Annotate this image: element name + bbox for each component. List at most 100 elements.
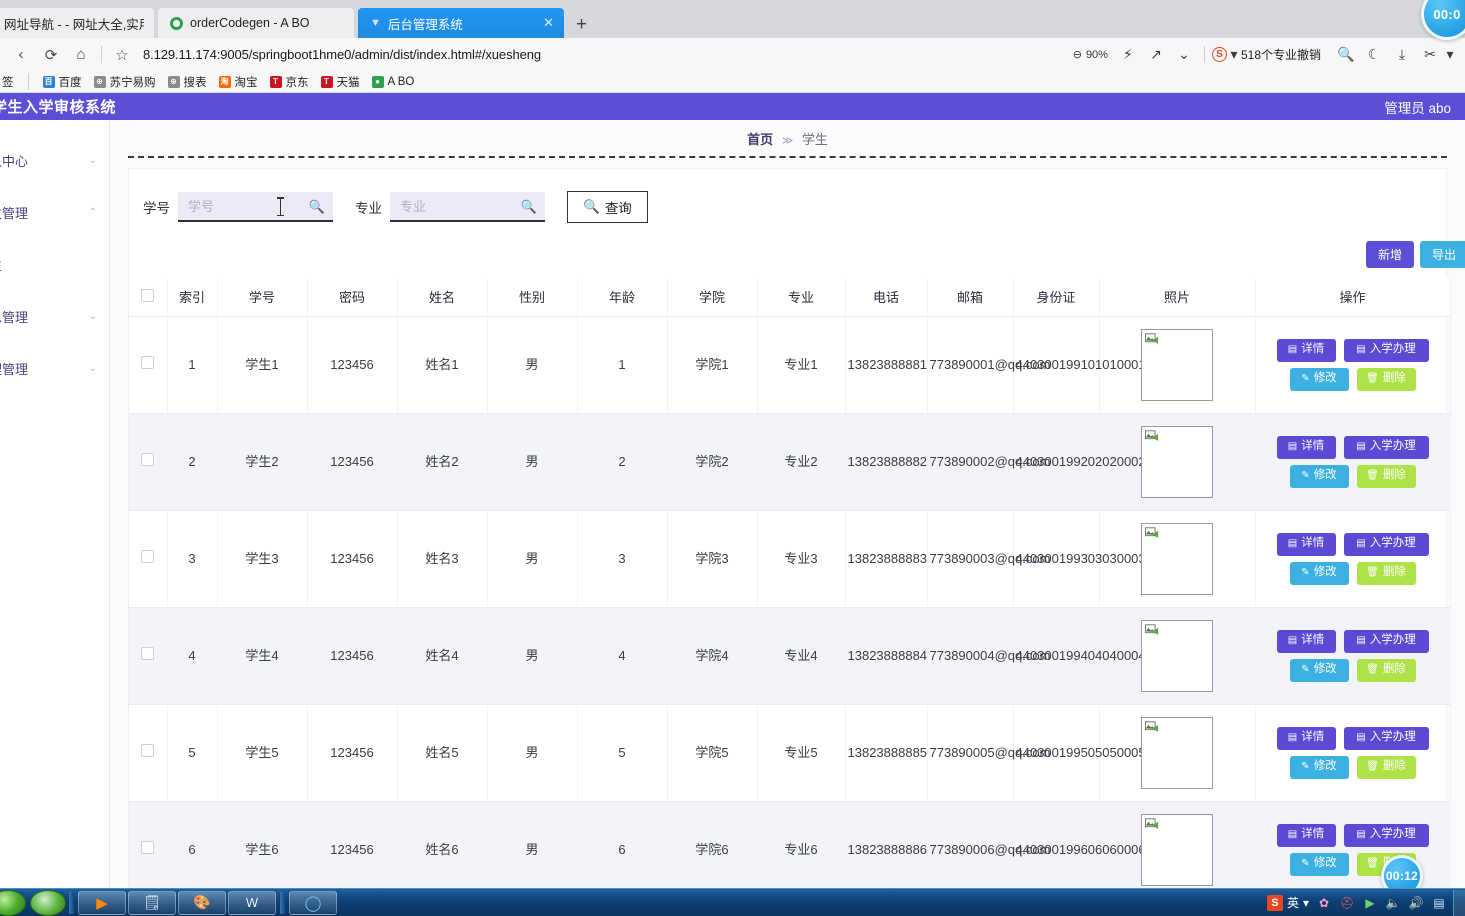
scissors-icon[interactable]: ✂ — [1417, 43, 1443, 67]
broken-image-icon — [1145, 817, 1159, 829]
ime-indicator[interactable]: S 英 ▾ — [1266, 894, 1309, 911]
chevron-down-icon[interactable]: ⌄ — [1171, 43, 1197, 67]
row-入学办理-button[interactable]: ▤ 入学办理 — [1343, 629, 1429, 653]
add-button[interactable]: 新增 — [1366, 241, 1414, 268]
select-all-checkbox[interactable] — [141, 288, 155, 302]
row-详情-button[interactable]: ▤ 详情 — [1276, 435, 1336, 459]
row-checkbox[interactable] — [141, 355, 155, 369]
moon-icon[interactable]: ☾ — [1361, 43, 1387, 67]
share-icon[interactable]: ↗ — [1143, 43, 1169, 67]
play-icon[interactable]: ▶ — [1362, 895, 1378, 911]
lightning-icon[interactable]: ⚡ — [1115, 43, 1141, 67]
chevron-down-icon[interactable]: ▾ — [1445, 43, 1455, 67]
row-删除-button[interactable]: 🗑删除 — [1356, 658, 1416, 682]
zoom-control[interactable]: ⊖ 90% — [1068, 48, 1113, 62]
row-详情-button[interactable]: ▤ 详情 — [1276, 338, 1336, 362]
sidebar-item-student-management[interactable]: 学生管理 ⌃ — [0, 186, 109, 238]
row-checkbox[interactable] — [141, 549, 155, 563]
row-修改-button[interactable]: ✎ 修改 — [1289, 755, 1349, 779]
row-入学办理-button[interactable]: ▤ 入学办理 — [1343, 726, 1429, 750]
sidebar-item-info-management[interactable]: 信息管理 ⌄ — [0, 290, 109, 342]
sidebar-item-personal-center[interactable]: 个人中心 ⌄ — [0, 134, 109, 186]
row-修改-button[interactable]: ✎ 修改 — [1289, 852, 1349, 876]
row-删除-button[interactable]: 🗑删除 — [1356, 367, 1416, 391]
row-详情-button[interactable]: ▤ 详情 — [1276, 726, 1336, 750]
close-icon[interactable]: ✕ — [543, 15, 554, 31]
bookmark-soubiao[interactable]: ⊕ 搜表 — [167, 74, 207, 90]
row-入学办理-button[interactable]: ▤ 入学办理 — [1343, 435, 1429, 459]
row-删除-button[interactable]: 🗑删除 — [1356, 561, 1416, 585]
network-icon[interactable]: ▤ — [1431, 895, 1447, 911]
cell-email: 773890002@qq.com — [927, 413, 1050, 511]
hat-icon[interactable]: ⛑ — [1339, 895, 1355, 911]
row-checkbox[interactable] — [141, 452, 155, 466]
sidebar-item-process-management[interactable]: 办理管理 ⌄ — [0, 342, 109, 394]
search-button-label: 查询 — [604, 201, 632, 216]
row-删除-button[interactable]: 🗑删除 — [1356, 755, 1416, 779]
bookmark-suning[interactable]: ⊕ 苏宁易购 — [93, 74, 156, 90]
row-入学办理-button[interactable]: ▤ 入学办理 — [1343, 532, 1429, 556]
bookmark-tmall[interactable]: T 天猫 — [320, 74, 360, 90]
row-删除-button[interactable]: 🗑删除 — [1356, 464, 1416, 488]
new-tab-button[interactable]: + — [564, 15, 599, 38]
search-icon[interactable]: 🔍 — [1333, 43, 1359, 67]
broken-image-icon — [1145, 526, 1159, 538]
row-checkbox[interactable] — [141, 743, 155, 757]
row-checkbox[interactable] — [141, 840, 155, 854]
row-checkbox[interactable] — [141, 646, 155, 660]
taskbar-item-browser[interactable]: ◯ — [289, 890, 337, 915]
row-修改-button[interactable]: ✎ 修改 — [1289, 464, 1349, 488]
browser-tab-0[interactable]: 网址导航 - - 网址大全,实用网址 — [0, 8, 154, 38]
search-icon[interactable]: 🔍 — [521, 199, 537, 215]
start-button-icon[interactable] — [0, 889, 26, 916]
taskbar-item-word[interactable]: W — [228, 890, 276, 915]
cell-age: 4 — [577, 607, 668, 705]
row-详情-button[interactable]: ▤ 详情 — [1276, 823, 1336, 847]
chevron-down-icon[interactable]: ▾ — [1229, 43, 1239, 67]
row-修改-button[interactable]: ✎ 修改 — [1289, 367, 1349, 391]
cell-phone: 13823888881 — [845, 316, 928, 414]
browser-tab-2-active[interactable]: ▼ 后台管理系统 ✕ — [358, 8, 564, 38]
back-icon[interactable]: ‹ — [6, 42, 36, 68]
taskbar-item-media-player[interactable]: ▶ — [78, 890, 126, 915]
export-button[interactable]: 导出 — [1420, 241, 1465, 268]
bookmark-star-icon[interactable]: ☆ — [107, 42, 137, 68]
button-label: 详情 — [1301, 634, 1325, 647]
edit-icon: ✎ — [1301, 664, 1310, 676]
home-icon[interactable]: ⌂ — [66, 42, 96, 68]
taskbar-item-paint[interactable]: 🎨 — [178, 890, 226, 915]
enroll-icon: ▤ — [1356, 538, 1366, 550]
current-user-label[interactable]: 管理员 abo — [1384, 97, 1451, 117]
address-bar[interactable]: 8.129.11.174:9005/springboot1hme0/admin/… — [137, 42, 1068, 68]
row-入学办理-button[interactable]: ▤ 入学办理 — [1343, 823, 1429, 847]
taskbar-item-notepad[interactable]: 🗒 — [128, 890, 176, 915]
show-desktop-button[interactable] — [1453, 889, 1465, 916]
chevron-down-icon[interactable]: ▾ — [1303, 896, 1309, 910]
bookmark-baidu[interactable]: 百 百度 — [42, 74, 82, 90]
row-修改-button[interactable]: ✎ 修改 — [1289, 658, 1349, 682]
flower-icon[interactable]: ✿ — [1316, 895, 1332, 911]
zoom-out-icon[interactable]: ⊖ — [1073, 48, 1082, 61]
row-action-group: ▤详情 ▤入学办理 ✎修改 🗑删除 — [1258, 532, 1448, 585]
speaker-icon[interactable]: 🔈 — [1385, 895, 1401, 911]
extension-label[interactable]: 518个专业撤销 — [1241, 46, 1321, 63]
internet-explorer-icon[interactable] — [30, 889, 66, 916]
search-icon[interactable]: 🔍 — [309, 199, 325, 215]
bookmark-partial-label[interactable]: 签 — [2, 74, 14, 90]
bookmark-jd[interactable]: T 京东 — [269, 74, 309, 90]
volume-icon[interactable]: 🔊 — [1408, 895, 1424, 911]
row-详情-button[interactable]: ▤ 详情 — [1276, 532, 1336, 556]
extension-badge-icon[interactable]: S — [1211, 47, 1227, 62]
bookmark-abo[interactable]: ● A BO — [371, 75, 414, 88]
search-button[interactable]: 🔍 查询 — [567, 191, 648, 223]
bookmark-taobao[interactable]: 淘 淘宝 — [218, 74, 258, 90]
breadcrumb-home[interactable]: 首页 — [747, 132, 773, 147]
reload-icon[interactable]: ⟳ — [36, 42, 66, 68]
browser-tab-1[interactable]: orderCodegen - A BO — [158, 8, 354, 38]
download-icon[interactable]: ⤓ — [1389, 43, 1415, 67]
row-入学办理-button[interactable]: ▤ 入学办理 — [1343, 338, 1429, 362]
row-详情-button[interactable]: ▤ 详情 — [1276, 629, 1336, 653]
sidebar-item-student[interactable]: 学生 — [0, 238, 109, 290]
row-修改-button[interactable]: ✎ 修改 — [1289, 561, 1349, 585]
cell-phone: 13823888883 — [845, 510, 928, 608]
